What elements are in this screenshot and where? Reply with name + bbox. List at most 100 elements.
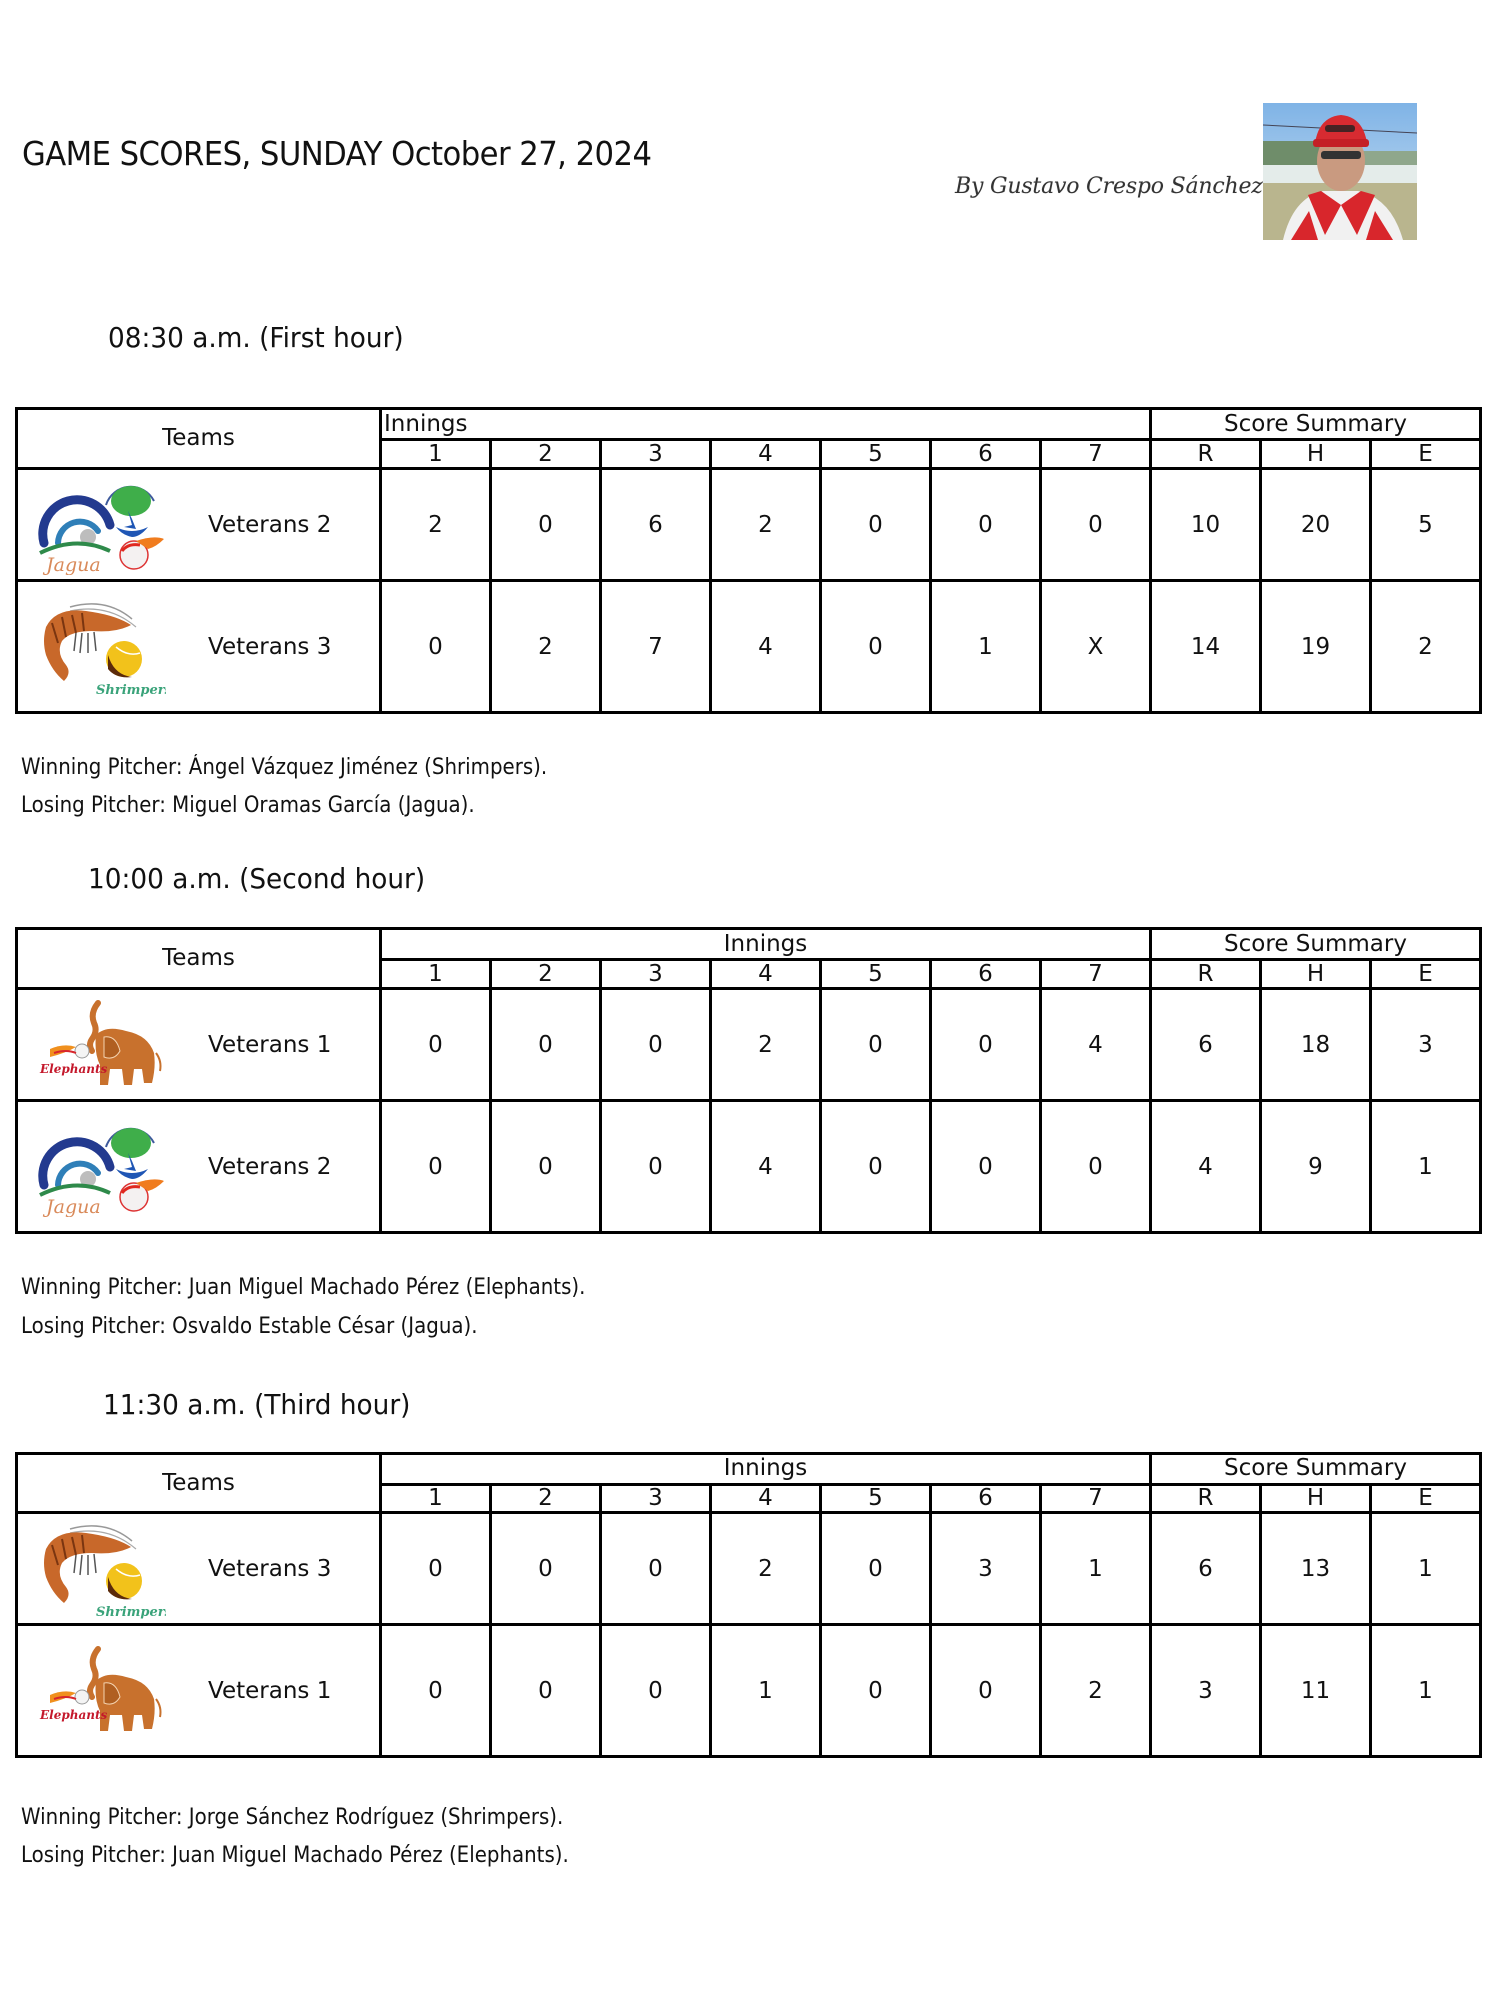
inning-header: 4 bbox=[709, 1482, 822, 1515]
inning-score: 0 bbox=[489, 1099, 602, 1234]
table-row: Shrimpers Veterans 3 0 2 7 4 0 1 X 14 19… bbox=[15, 579, 1482, 714]
svg-text:Shrimpers: Shrimpers bbox=[96, 683, 166, 697]
inning-score: 1 bbox=[1039, 1511, 1152, 1626]
inning-header: 7 bbox=[1039, 958, 1152, 990]
runs-total: 3 bbox=[1149, 1623, 1262, 1758]
inning-score: 0 bbox=[929, 1099, 1042, 1234]
team-name: Veterans 3 bbox=[208, 633, 332, 660]
errors-header: E bbox=[1369, 1482, 1482, 1515]
svg-text:Shrimpers: Shrimpers bbox=[96, 1605, 166, 1619]
inning-score: 1 bbox=[929, 579, 1042, 714]
inning-score: X bbox=[1039, 579, 1152, 714]
game-3-time: 11:30 a.m. (Third hour) bbox=[103, 1388, 411, 1421]
team-cell: Jagua Veterans 2 bbox=[15, 467, 382, 582]
inning-header: 2 bbox=[489, 958, 602, 990]
score-summary-header: Score Summary bbox=[1149, 406, 1482, 442]
inning-score: 2 bbox=[379, 467, 492, 582]
team-cell: Jagua Veterans 2 bbox=[15, 1099, 382, 1234]
inning-score: 0 bbox=[819, 579, 932, 714]
team-cell: Elephants Veterans 1 bbox=[15, 987, 382, 1102]
hits-total: 11 bbox=[1259, 1623, 1372, 1758]
inning-score: 0 bbox=[599, 987, 712, 1102]
inning-header: 3 bbox=[599, 958, 712, 990]
innings-header: Innings bbox=[379, 926, 1152, 962]
elephants-logo-icon: Elephants bbox=[36, 995, 166, 1095]
inning-score: 0 bbox=[379, 1623, 492, 1758]
runs-header: R bbox=[1149, 958, 1262, 990]
inning-score: 0 bbox=[819, 987, 932, 1102]
runs-total: 6 bbox=[1149, 1511, 1262, 1626]
inning-score: 0 bbox=[599, 1099, 712, 1234]
team-cell: Elephants Veterans 1 bbox=[15, 1623, 382, 1758]
inning-header: 5 bbox=[819, 958, 932, 990]
inning-score: 0 bbox=[379, 1099, 492, 1234]
game-2-losing-pitcher: Losing Pitcher: Osvaldo Estable César (J… bbox=[21, 1314, 478, 1339]
inning-score: 4 bbox=[1039, 987, 1152, 1102]
game-1-winning-pitcher: Winning Pitcher: Ángel Vázquez Jiménez (… bbox=[21, 755, 548, 780]
elephants-logo-icon: Elephants bbox=[36, 1641, 166, 1741]
inning-score: 0 bbox=[819, 1511, 932, 1626]
hits-total: 20 bbox=[1259, 467, 1372, 582]
team-name: Veterans 1 bbox=[208, 1031, 332, 1058]
inning-header: 1 bbox=[379, 438, 492, 470]
inning-score: 0 bbox=[929, 1623, 1042, 1758]
game-1-time: 08:30 a.m. (First hour) bbox=[108, 321, 404, 354]
inning-score: 0 bbox=[1039, 1099, 1152, 1234]
inning-score: 0 bbox=[819, 1099, 932, 1234]
inning-score: 0 bbox=[489, 1623, 602, 1758]
table-row: Elephants Veterans 1 0 0 0 2 0 0 4 6 18 … bbox=[15, 987, 1482, 1102]
runs-header: R bbox=[1149, 438, 1262, 470]
hits-header: H bbox=[1259, 438, 1372, 470]
inning-score: 2 bbox=[709, 987, 822, 1102]
inning-header: 5 bbox=[819, 438, 932, 470]
table-row: Elephants Veterans 1 0 0 0 1 0 0 2 3 11 … bbox=[15, 1623, 1482, 1758]
errors-total: 1 bbox=[1369, 1511, 1482, 1626]
inning-header: 6 bbox=[929, 1482, 1042, 1515]
svg-text:Jagua: Jagua bbox=[42, 554, 101, 575]
teams-header: Teams bbox=[15, 1452, 382, 1514]
inning-score: 2 bbox=[709, 467, 822, 582]
shrimpers-logo-icon: Shrimpers bbox=[36, 597, 173, 698]
inning-score: 1 bbox=[709, 1623, 822, 1758]
inning-header: 1 bbox=[379, 958, 492, 990]
inning-score: 0 bbox=[929, 467, 1042, 582]
score-summary-header: Score Summary bbox=[1149, 926, 1482, 962]
inning-header: 3 bbox=[599, 1482, 712, 1515]
inning-header: 4 bbox=[709, 958, 822, 990]
errors-header: E bbox=[1369, 438, 1482, 470]
inning-score: 2 bbox=[709, 1511, 822, 1626]
inning-score: 7 bbox=[599, 579, 712, 714]
inning-score: 0 bbox=[489, 987, 602, 1102]
jagua-logo-icon: Jagua bbox=[36, 1117, 166, 1218]
inning-score: 2 bbox=[489, 579, 602, 714]
game-3-winning-pitcher: Winning Pitcher: Jorge Sánchez Rodríguez… bbox=[21, 1805, 564, 1830]
inning-score: 0 bbox=[379, 987, 492, 1102]
errors-total: 5 bbox=[1369, 467, 1482, 582]
inning-score: 0 bbox=[819, 467, 932, 582]
game-2-scoreboard: Teams Innings Score Summary 1 2 3 4 5 6 … bbox=[15, 926, 1482, 1234]
game-3-scoreboard: Teams Innings Score Summary 1 2 3 4 5 6 … bbox=[15, 1452, 1482, 1758]
author-byline: By Gustavo Crespo Sánchez bbox=[955, 174, 1263, 199]
score-summary-header: Score Summary bbox=[1149, 1452, 1482, 1486]
runs-total: 6 bbox=[1149, 987, 1262, 1102]
inning-score: 3 bbox=[929, 1511, 1042, 1626]
hits-header: H bbox=[1259, 1482, 1372, 1515]
teams-header: Teams bbox=[15, 927, 382, 990]
inning-header: 3 bbox=[599, 438, 712, 470]
innings-header: Innings bbox=[379, 406, 1152, 442]
inning-header: 2 bbox=[489, 1482, 602, 1515]
inning-score: 4 bbox=[709, 579, 822, 714]
inning-header: 7 bbox=[1039, 438, 1152, 470]
inning-header: 5 bbox=[819, 1482, 932, 1515]
errors-total: 1 bbox=[1369, 1099, 1482, 1234]
inning-header: 7 bbox=[1039, 1482, 1152, 1515]
hits-total: 13 bbox=[1259, 1511, 1372, 1626]
inning-header: 6 bbox=[929, 438, 1042, 470]
hits-total: 18 bbox=[1259, 987, 1372, 1102]
team-cell: Shrimpers Veterans 3 bbox=[15, 1511, 382, 1626]
errors-total: 3 bbox=[1369, 987, 1482, 1102]
svg-text:Elephants: Elephants bbox=[39, 1708, 107, 1722]
inning-score: 0 bbox=[819, 1623, 932, 1758]
inning-score: 6 bbox=[599, 467, 712, 582]
inning-score: 4 bbox=[709, 1099, 822, 1234]
